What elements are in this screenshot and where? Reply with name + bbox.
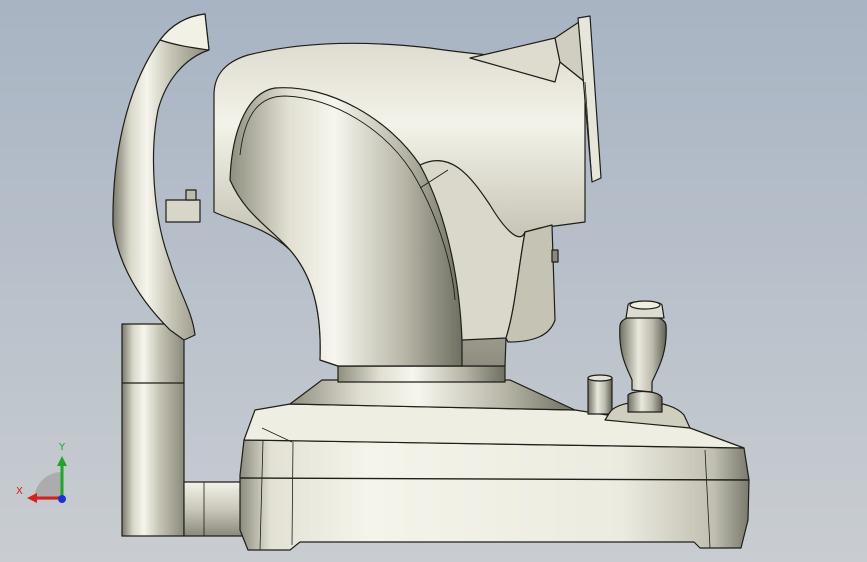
adjust-knob	[587, 374, 613, 415]
z-axis-dot	[58, 495, 66, 503]
cad-viewport[interactable]	[0, 0, 867, 562]
x-axis-label: X	[16, 486, 23, 497]
y-axis-label: Y	[59, 442, 66, 453]
